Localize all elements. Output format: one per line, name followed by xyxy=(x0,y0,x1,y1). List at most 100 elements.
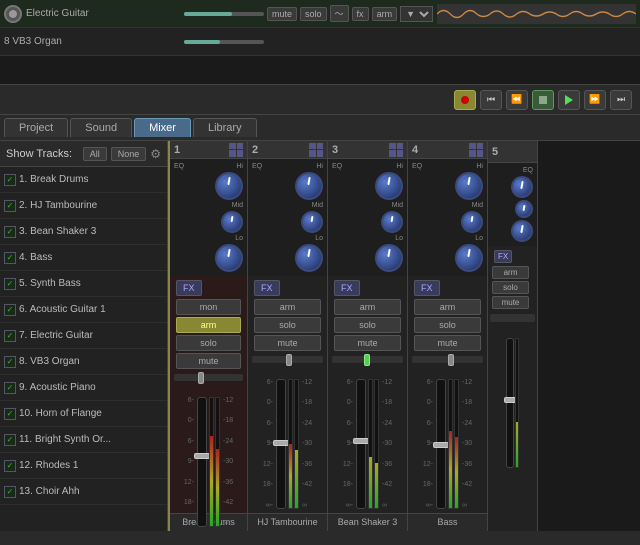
solo-btn-1[interactable]: solo xyxy=(176,335,241,351)
channel-grid-icon-2[interactable] xyxy=(309,143,323,157)
track-check-8[interactable]: ✓ xyxy=(4,356,16,368)
arm-btn-4[interactable]: arm xyxy=(414,299,481,315)
fader-handle-3[interactable] xyxy=(353,438,369,444)
arm-button[interactable]: arm xyxy=(372,7,398,21)
solo-btn-4[interactable]: solo xyxy=(414,317,481,333)
track-volume-slider-vb3[interactable] xyxy=(184,40,264,44)
fx-btn-2[interactable]: FX xyxy=(254,280,280,296)
track-item[interactable]: ✓ 12. Rhodes 1 xyxy=(0,453,167,479)
track-check-11[interactable]: ✓ xyxy=(4,434,16,446)
fx-btn-4[interactable]: FX xyxy=(414,280,440,296)
fader-rail-4[interactable] xyxy=(436,379,446,509)
record-button[interactable] xyxy=(454,90,476,110)
eq-lo-knob-3[interactable] xyxy=(375,244,403,272)
solo-button[interactable]: solo xyxy=(300,7,327,21)
fx-button[interactable]: fx xyxy=(352,7,369,21)
tab-sound[interactable]: Sound xyxy=(70,118,132,137)
mute-btn-1[interactable]: mute xyxy=(176,353,241,369)
arm-btn-3[interactable]: arm xyxy=(334,299,401,315)
tab-library[interactable]: Library xyxy=(193,118,257,137)
mute-button[interactable]: mute xyxy=(267,7,297,21)
eq-hi-knob-2[interactable] xyxy=(295,172,323,200)
stop-button[interactable] xyxy=(532,90,554,110)
pan-slider-1[interactable] xyxy=(174,374,243,381)
pan-slider-4[interactable] xyxy=(412,356,483,363)
pan-slider-3[interactable] xyxy=(332,356,403,363)
track-item[interactable]: ✓ 4. Bass xyxy=(0,245,167,271)
track-item[interactable]: ✓ 10. Horn of Flange xyxy=(0,401,167,427)
solo-btn-3[interactable]: solo xyxy=(334,317,401,333)
eq-lo-knob-1[interactable] xyxy=(215,244,243,272)
track-check-6[interactable]: ✓ xyxy=(4,304,16,316)
track-item[interactable]: ✓ 1. Break Drums xyxy=(0,167,167,193)
channel-grid-icon-1[interactable] xyxy=(229,143,243,157)
fast-forward-button[interactable]: ⏩ xyxy=(584,90,606,110)
eq-hi-knob-3[interactable] xyxy=(375,172,403,200)
track-volume-slider[interactable] xyxy=(184,12,264,16)
none-button[interactable]: None xyxy=(111,147,147,161)
track-check-4[interactable]: ✓ xyxy=(4,252,16,264)
mute-btn-5[interactable]: mute xyxy=(492,296,529,309)
track-item[interactable]: ✓ 8. VB3 Organ xyxy=(0,349,167,375)
arm-btn-5[interactable]: arm xyxy=(492,266,529,279)
settings-icon[interactable]: ⚙ xyxy=(150,147,161,161)
rewind-button[interactable]: ⏪ xyxy=(506,90,528,110)
fader-handle-1[interactable] xyxy=(194,453,210,459)
track-item[interactable]: ✓ 5. Synth Bass xyxy=(0,271,167,297)
eq-mid-knob-3[interactable] xyxy=(381,211,403,233)
pan-slider-2[interactable] xyxy=(252,356,323,363)
fader-handle-4[interactable] xyxy=(433,442,449,448)
solo-btn-2[interactable]: solo xyxy=(254,317,321,333)
track-item[interactable]: ✓ 3. Bean Shaker 3 xyxy=(0,219,167,245)
track-item[interactable]: ✓ 13. Choir Ahh xyxy=(0,479,167,505)
mute-btn-2[interactable]: mute xyxy=(254,335,321,351)
eq-mid-knob-5[interactable] xyxy=(515,200,533,218)
fx-btn-1[interactable]: FX xyxy=(176,280,202,296)
skip-to-start-button[interactable]: ⏮ xyxy=(480,90,502,110)
track-check-12[interactable]: ✓ xyxy=(4,460,16,472)
all-button[interactable]: All xyxy=(83,147,107,161)
arm-dropdown[interactable]: ▼ xyxy=(400,6,433,22)
track-check-9[interactable]: ✓ xyxy=(4,382,16,394)
fx-btn-3[interactable]: FX xyxy=(334,280,360,296)
eq-mid-knob-2[interactable] xyxy=(301,211,323,233)
fader-rail-2[interactable] xyxy=(276,379,286,509)
pan-slider-5[interactable] xyxy=(490,314,535,322)
mon-btn-1[interactable]: mon xyxy=(176,299,241,315)
solo-btn-5[interactable]: solo xyxy=(492,281,529,294)
skip-to-end-button[interactable]: ⏭ xyxy=(610,90,632,110)
arm-btn-1[interactable]: arm xyxy=(176,317,241,333)
eq-mid-knob-4[interactable] xyxy=(461,211,483,233)
eq-lo-knob-2[interactable] xyxy=(295,244,323,272)
mute-btn-4[interactable]: mute xyxy=(414,335,481,351)
channel-grid-icon-3[interactable] xyxy=(389,143,403,157)
fader-rail-1[interactable] xyxy=(197,397,207,527)
eq-hi-knob-5[interactable] xyxy=(511,176,533,198)
mute-btn-3[interactable]: mute xyxy=(334,335,401,351)
track-check-2[interactable]: ✓ xyxy=(4,200,16,212)
track-check-7[interactable]: ✓ xyxy=(4,330,16,342)
track-check-3[interactable]: ✓ xyxy=(4,226,16,238)
track-item[interactable]: ✓ 6. Acoustic Guitar 1 xyxy=(0,297,167,323)
eq-hi-knob-1[interactable] xyxy=(215,172,243,200)
eq-lo-knob-4[interactable] xyxy=(455,244,483,272)
fader-rail-3[interactable] xyxy=(356,379,366,509)
track-item[interactable]: ✓ 7. Electric Guitar xyxy=(0,323,167,349)
eq-mid-knob-1[interactable] xyxy=(221,211,243,233)
track-check-10[interactable]: ✓ xyxy=(4,408,16,420)
eq-hi-knob-4[interactable] xyxy=(455,172,483,200)
eq-lo-knob-5[interactable] xyxy=(511,220,533,242)
fx-btn-5[interactable]: FX xyxy=(494,250,512,263)
track-item[interactable]: ✓ 11. Bright Synth Or... xyxy=(0,427,167,453)
channel-grid-icon-4[interactable] xyxy=(469,143,483,157)
track-check-5[interactable]: ✓ xyxy=(4,278,16,290)
track-check-1[interactable]: ✓ xyxy=(4,174,16,186)
track-item[interactable]: ✓ 9. Acoustic Piano xyxy=(0,375,167,401)
fader-handle-2[interactable] xyxy=(273,440,289,446)
tab-mixer[interactable]: Mixer xyxy=(134,118,191,137)
arm-btn-2[interactable]: arm xyxy=(254,299,321,315)
fader-rail-5[interactable] xyxy=(506,338,514,468)
track-item[interactable]: ✓ 2. HJ Tambourine xyxy=(0,193,167,219)
tab-project[interactable]: Project xyxy=(4,118,68,137)
curve-button[interactable]: ～ xyxy=(330,5,349,22)
